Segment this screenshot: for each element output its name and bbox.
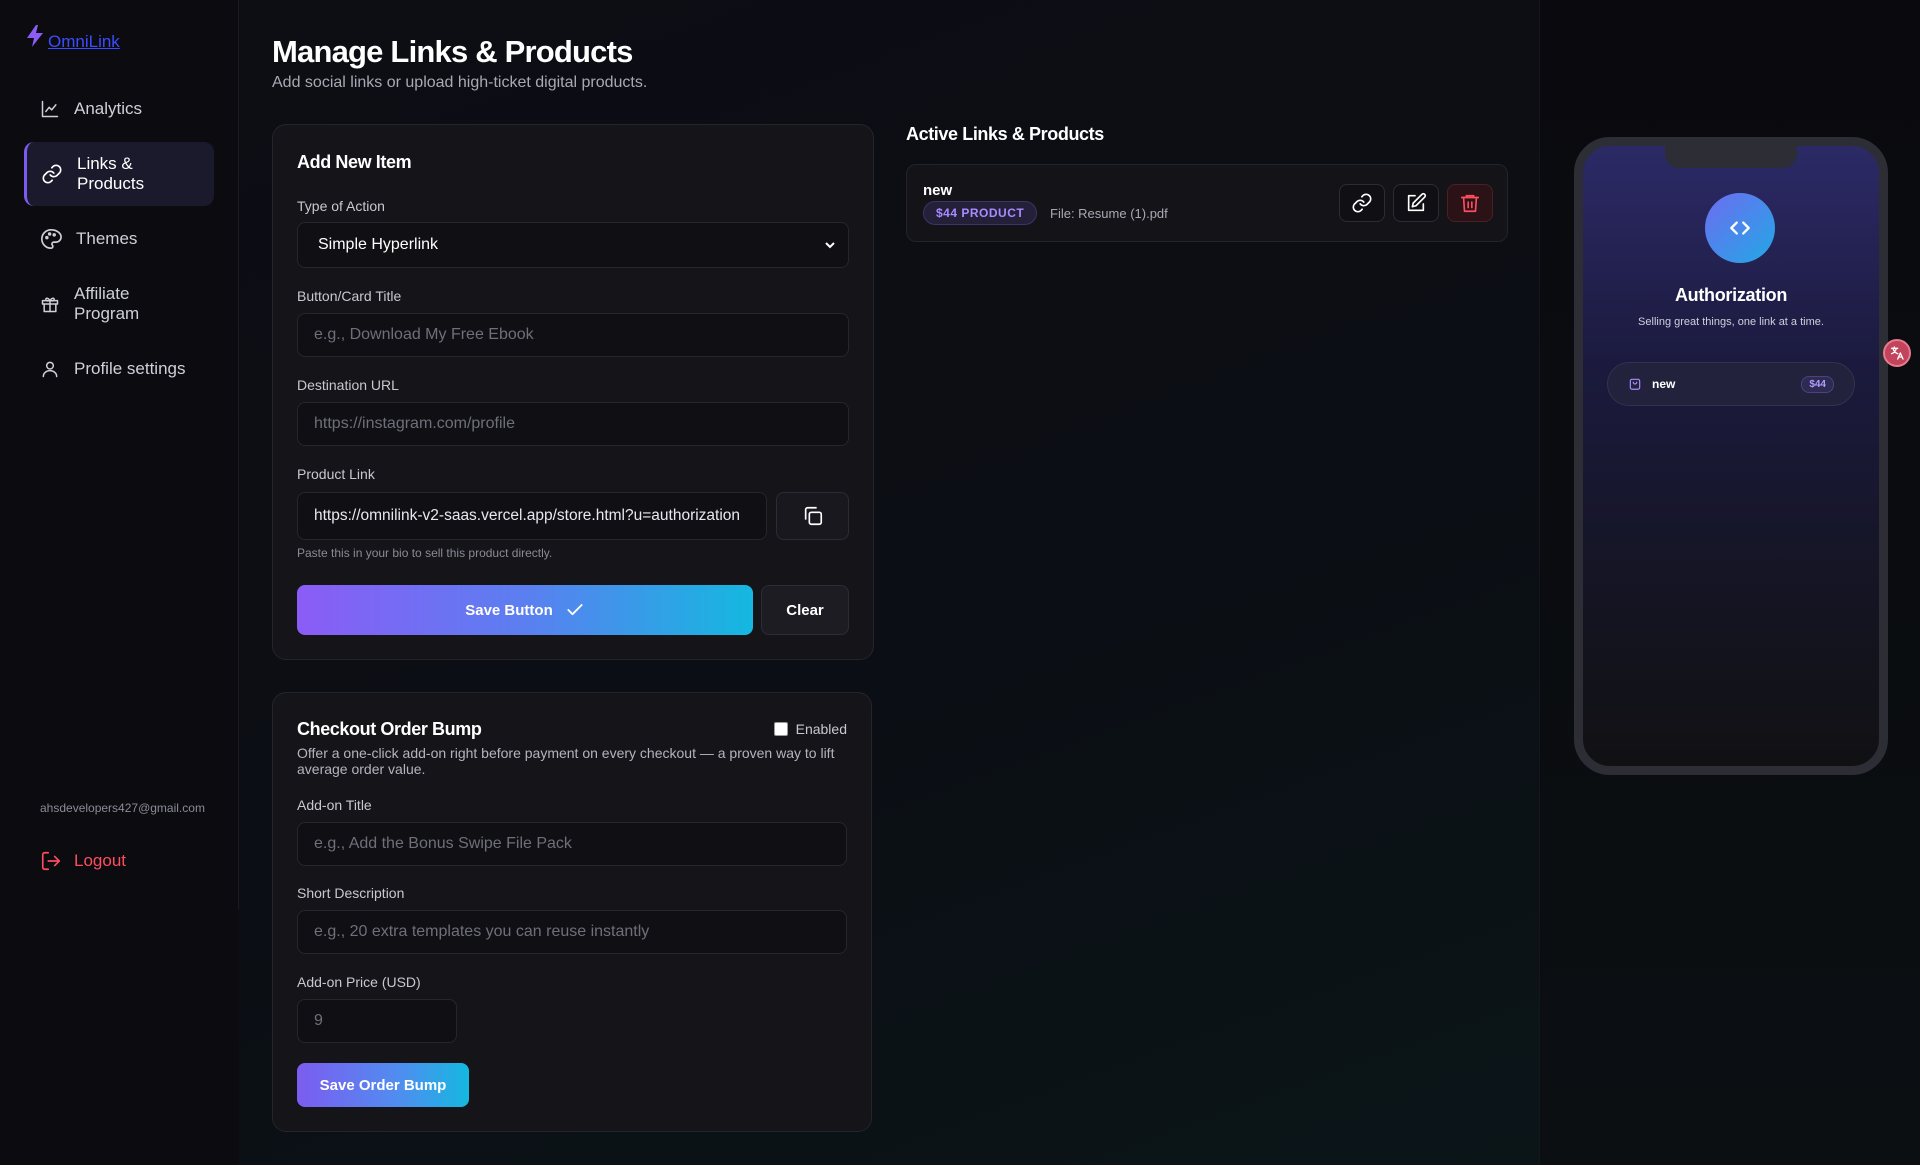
save-order-bump-button[interactable]: Save Order Bump [297,1063,469,1107]
addon-price-label: Add-on Price (USD) [297,974,421,990]
logout-button[interactable]: Logout [40,850,126,872]
logout-icon [41,851,61,871]
chart-line-icon [41,100,59,118]
type-of-action-select[interactable]: Simple Hyperlink [297,222,849,268]
enabled-label: Enabled [795,721,847,737]
sidebar-item-label: Affiliate Program [74,284,139,324]
save-button[interactable]: Save Button [297,585,753,635]
copy-icon [804,506,822,526]
addon-price-input[interactable] [297,999,457,1043]
translate-icon [1891,346,1904,360]
sidebar-item-profile-settings[interactable]: Profile settings [24,346,214,392]
chevron-down-icon [825,242,835,249]
item-name: new [923,182,953,199]
product-link-hint: Paste this in your bio to sell this prod… [297,546,553,560]
logout-label: Logout [74,851,126,870]
order-bump-card: Checkout Order Bump Enabled Offer a one-… [272,692,872,1132]
edit-icon [1407,192,1427,212]
copy-link-button[interactable] [1339,184,1385,222]
sidebar-item-links-products[interactable]: Links & Products [24,142,214,206]
phone-notch [1665,146,1797,168]
shopping-bag-icon [1629,378,1641,390]
sidebar-nav: Analytics Links & Products Themes Affili… [24,86,214,402]
sidebar-item-affiliate[interactable]: Affiliate Program [24,272,214,336]
active-links-title: Active Links & Products [906,124,1104,144]
destination-url-input[interactable] [297,402,849,446]
clear-button[interactable]: Clear [761,585,849,635]
type-of-action-label: Type of Action [297,198,385,214]
order-bump-title: Checkout Order Bump [297,719,482,739]
code-icon [1730,221,1750,235]
check-icon [567,604,583,616]
sidebar-item-themes[interactable]: Themes [24,216,214,262]
bolt-icon [26,25,44,51]
brand-logo[interactable]: OmniLink [26,24,120,52]
label-line-2: Products [77,174,145,193]
type-of-action-value: Simple Hyperlink [318,236,439,253]
sidebar-item-label: Profile settings [74,359,186,378]
label-line-1: Affiliate [74,284,130,303]
translate-floating-button[interactable] [1883,339,1911,367]
avatar [1705,193,1775,263]
user-email: ahsdevelopers427@gmail.com [40,801,205,815]
page-title: Manage Links & Products [272,34,633,69]
sidebar-item-analytics[interactable]: Analytics [24,86,214,132]
enabled-checkbox[interactable] [773,722,788,736]
add-item-title: Add New Item [297,152,412,172]
addon-title-input[interactable] [297,822,847,866]
gift-icon [41,297,59,313]
delete-button[interactable] [1447,184,1493,222]
preview-price-badge: $44 [1801,375,1834,393]
preview-profile-name: Authorization [1674,285,1788,305]
addon-title-label: Add-on Title [297,797,372,813]
link-icon [1352,193,1372,213]
label-line-1: Links & [77,154,133,173]
trash-icon [1460,194,1480,213]
label-line-2: Program [74,304,140,323]
sidebar: OmniLink Analytics Links & Products Them… [0,0,239,910]
preview-link-button[interactable]: new $44 [1607,362,1855,406]
sidebar-item-label: Themes [76,229,138,248]
copy-button[interactable] [776,492,849,540]
order-bump-description: Offer a one-click add-on right before pa… [297,745,835,777]
sidebar-item-label: Links & Products [77,154,144,194]
sidebar-item-label: Analytics [74,99,143,118]
palette-icon [41,229,62,249]
destination-url-label: Destination URL [297,377,399,393]
active-item: new $44 PRODUCT File: Resume (1).pdf [906,164,1508,242]
preview-link-name: new [1652,377,1676,391]
product-link-label: Product Link [297,466,375,482]
short-description-input[interactable] [297,910,847,954]
phone-preview: Authorization Selling great things, one … [1574,137,1888,775]
product-link-input[interactable] [297,492,767,540]
preview-bio: Selling great things, one link at a time… [1638,316,1824,328]
add-item-card: Add New Item Type of Action Simple Hyper… [272,124,874,660]
save-button-label: Save Button [465,601,553,619]
user-icon [42,361,58,378]
page-subtitle: Add social links or upload high-ticket d… [272,74,648,91]
short-description-label: Short Description [297,885,405,901]
link-icon [42,164,62,184]
edit-button[interactable] [1393,184,1439,222]
price-badge: $44 PRODUCT [923,201,1038,225]
card-title-input[interactable] [297,313,849,357]
card-title-label: Button/Card Title [297,288,402,304]
enabled-toggle[interactable]: Enabled [773,721,847,737]
item-file: File: Resume (1).pdf [1050,206,1168,221]
brand-link[interactable]: OmniLink [48,32,120,52]
